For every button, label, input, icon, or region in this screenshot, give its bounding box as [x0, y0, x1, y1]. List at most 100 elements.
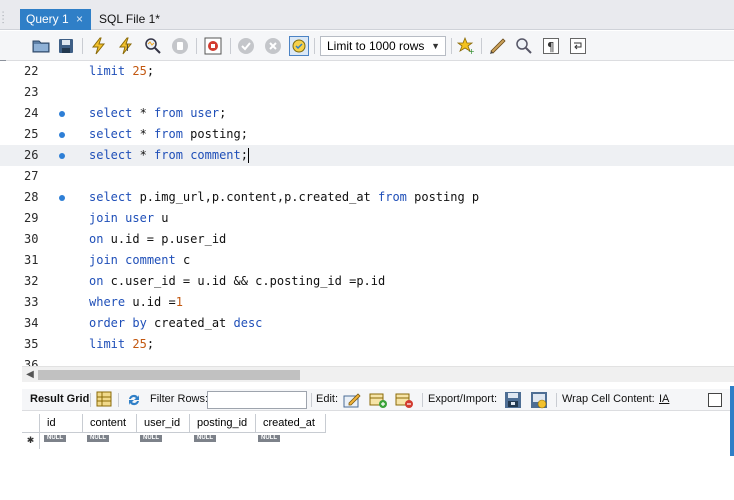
rollback-icon[interactable] [263, 36, 283, 56]
new-row-marker[interactable]: ✱ [22, 433, 40, 449]
code-text: on u.id = p.user_id [89, 229, 226, 250]
null-cell[interactable]: NULL [87, 435, 109, 442]
code-line[interactable]: 32 on c.user_id = u.id && c.posting_id =p… [0, 271, 734, 292]
code-text: on c.user_id = u.id && c.posting_id =p.i… [89, 271, 385, 292]
line-number: 34 [24, 316, 39, 330]
execute-icon[interactable] [89, 36, 109, 56]
code-line[interactable]: 34 order by created_at desc [0, 313, 734, 334]
wrap-cell-content-label: Wrap Cell Content: [562, 393, 655, 405]
line-number: 32 [24, 274, 39, 288]
line-number: 26 [24, 148, 39, 162]
column-header-created-at[interactable]: created_at [256, 414, 326, 433]
filter-rows-input[interactable] [207, 391, 307, 409]
column-header-id[interactable]: id [40, 414, 83, 433]
statement-marker-icon [59, 132, 65, 138]
grid-layout-icon[interactable] [96, 391, 114, 409]
code-token: 25 [132, 64, 147, 78]
stop-icon[interactable] [170, 36, 190, 56]
null-cell[interactable]: NULL [140, 435, 162, 442]
null-cell[interactable]: NULL [258, 435, 280, 442]
close-tab-icon[interactable]: × [76, 9, 83, 30]
code-token: user [190, 106, 220, 120]
code-token: comment [125, 253, 176, 267]
line-number: 29 [24, 211, 39, 225]
code-token: ; [219, 106, 227, 120]
code-token: from [154, 106, 183, 120]
code-token: join [89, 211, 118, 225]
null-cell[interactable]: NULL [194, 435, 216, 442]
code-line[interactable]: 27 [0, 166, 734, 187]
statement-marker-icon [59, 111, 65, 117]
code-token: c [175, 253, 191, 267]
find-icon[interactable] [514, 36, 534, 56]
code-token: * [132, 106, 155, 120]
refresh-icon[interactable] [125, 391, 143, 409]
execute-current-icon[interactable]: I [116, 36, 136, 56]
import-icon[interactable] [530, 391, 548, 409]
code-line[interactable]: 31 join comment c [0, 250, 734, 271]
code-token: 1 [175, 295, 183, 309]
code-line[interactable]: 22 limit 25; [0, 61, 734, 82]
limit-rows-value: Limit to 1000 rows [327, 39, 425, 53]
code-line[interactable]: 28 select p.img_url,p.content,p.created_a… [0, 187, 734, 208]
tab-query-1[interactable]: Query 1 × [20, 9, 91, 30]
sql-editor[interactable]: 22 limit 25; 23 24 select * from user; 25 sele… [0, 61, 734, 366]
add-row-icon[interactable] [369, 391, 387, 409]
beautify-icon[interactable] [488, 36, 508, 56]
toolbar-separator [481, 38, 482, 54]
tab-sql-file-1[interactable]: SQL File 1* [93, 9, 183, 30]
code-line[interactable]: 25 select * from posting; [0, 124, 734, 145]
code-line[interactable]: 30 on u.id = p.user_id [0, 229, 734, 250]
code-token: from [154, 148, 183, 162]
limit-rows-select[interactable]: Limit to 1000 rows ▼ [320, 36, 446, 56]
code-token: ; [146, 64, 155, 78]
invisible-chars-icon[interactable]: ¶ [541, 36, 561, 56]
code-line[interactable]: 24 select * from user; [0, 103, 734, 124]
code-line[interactable]: 36 [0, 355, 734, 366]
save-icon[interactable] [56, 36, 76, 56]
column-header-user-id[interactable]: user_id [137, 414, 190, 433]
code-line[interactable]: 26 select * from comment; [0, 145, 734, 166]
column-header-posting-id[interactable]: posting_id [190, 414, 256, 433]
toolbar-separator [118, 393, 119, 407]
code-token: select [89, 190, 133, 204]
code-token: select [89, 127, 133, 141]
explain-icon[interactable] [143, 36, 163, 56]
wrap-cell-content-icon[interactable]: IA [659, 393, 669, 405]
scrollbar-thumb[interactable] [38, 370, 300, 380]
editor-horizontal-scrollbar[interactable]: ◀ [22, 366, 734, 382]
code-token: c.user_id = u.id && c.posting_id =p.id [103, 274, 386, 288]
code-text: join user u [89, 208, 169, 229]
statement-marker-icon [59, 153, 65, 159]
result-grid-label[interactable]: Result Grid [30, 393, 89, 405]
export-import-label: Export/Import: [428, 393, 498, 405]
export-icon[interactable] [504, 391, 522, 409]
code-token: posting; [182, 127, 248, 141]
code-token: u.id = p.user_id [103, 232, 227, 246]
drag-grip-icon[interactable]: ∶ ∶ [2, 11, 12, 27]
delete-row-icon[interactable] [395, 391, 413, 409]
line-number: 31 [24, 253, 39, 267]
code-line[interactable]: 33 where u.id =1 [0, 292, 734, 313]
null-cell[interactable]: NULL [44, 435, 66, 442]
code-token: limit [89, 337, 126, 351]
code-line[interactable]: 23 [0, 82, 734, 103]
toggle-panel-icon[interactable] [708, 393, 722, 407]
autocommit-icon[interactable] [289, 36, 309, 56]
toolbar-separator [82, 38, 83, 54]
svg-text:+: + [468, 47, 475, 55]
edit-row-icon[interactable] [343, 391, 361, 409]
code-text: limit 25; [89, 61, 154, 82]
scroll-left-icon[interactable]: ◀ [22, 367, 38, 383]
bookmark-star-icon[interactable]: + [456, 36, 476, 56]
column-header-content[interactable]: content [83, 414, 137, 433]
folder-open-icon[interactable] [31, 36, 51, 56]
code-line[interactable]: 35 limit 25; [0, 334, 734, 355]
filter-rows-label: Filter Rows: [150, 393, 209, 405]
commit-icon[interactable] [236, 36, 256, 56]
code-text: limit 25; [89, 334, 154, 355]
toggle-error-icon[interactable] [203, 36, 223, 56]
code-line[interactable]: 29 join user u [0, 208, 734, 229]
toolbar-separator [311, 393, 312, 407]
wrap-icon[interactable] [568, 36, 588, 56]
